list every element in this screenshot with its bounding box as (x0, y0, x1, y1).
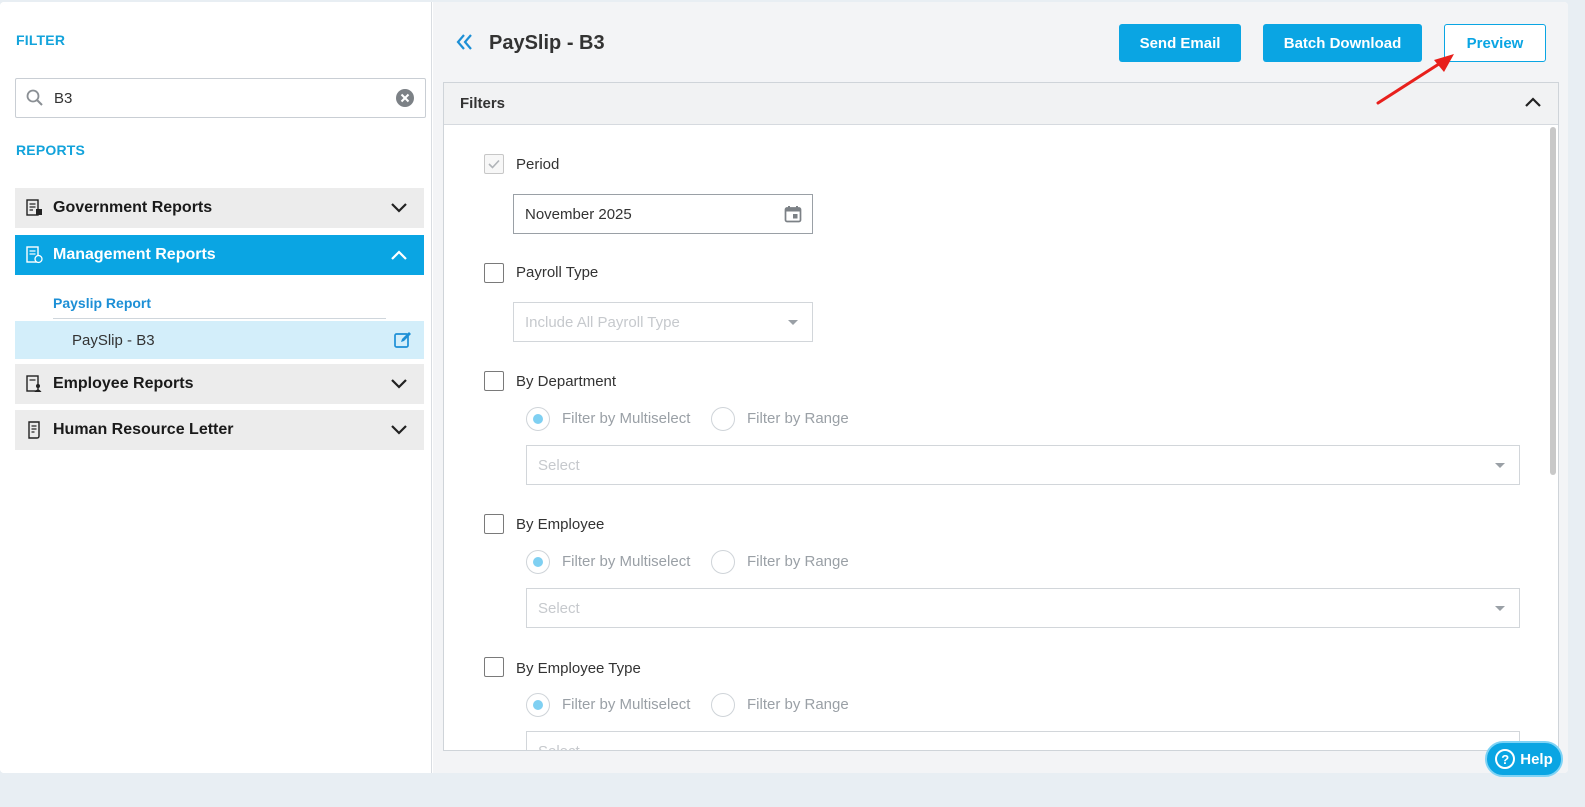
annotation-arrow-icon (1376, 54, 1454, 105)
chevron-up-icon (374, 249, 424, 261)
dropdown-caret-icon (1495, 606, 1505, 611)
send-email-button[interactable]: Send Email (1119, 24, 1241, 62)
app-window: FILTER REPORTS Government Reports (0, 2, 1568, 773)
chevron-up-icon[interactable] (1524, 95, 1542, 113)
group-label: Management Reports (53, 246, 216, 263)
by-employee-type-checkbox[interactable] (484, 657, 504, 677)
chevron-down-icon (374, 378, 424, 390)
sidebar: FILTER REPORTS Government Reports (0, 2, 432, 773)
employee-range-label: Filter by Range (747, 553, 849, 570)
clear-search-icon[interactable] (385, 79, 425, 117)
by-employee-checkbox[interactable] (484, 514, 504, 534)
edit-icon[interactable] (382, 330, 424, 350)
payslip-report-heading: Payslip Report (53, 295, 386, 319)
period-checkbox[interactable] (484, 154, 504, 174)
department-select[interactable]: Select (526, 445, 1520, 485)
chevron-down-icon (374, 424, 424, 436)
department-select-placeholder: Select (538, 456, 580, 474)
employee-select[interactable]: Select (526, 588, 1520, 628)
group-government-reports[interactable]: Government Reports (15, 188, 424, 228)
period-label: Period (516, 156, 560, 173)
scrollbar[interactable] (1550, 127, 1556, 475)
employee-type-select[interactable]: Select (526, 731, 1520, 751)
employee-multiselect-label: Filter by Multiselect (562, 553, 691, 570)
department-range-label: Filter by Range (747, 410, 849, 427)
main-content: PaySlip - B3 Send Email Batch Download P… (433, 2, 1568, 773)
by-employee-type-label: By Employee Type (516, 660, 641, 677)
payroll-type-checkbox[interactable] (484, 263, 504, 283)
help-label: Help (1520, 750, 1553, 768)
employee-report-icon (15, 375, 53, 393)
group-management-reports[interactable]: Management Reports (15, 235, 424, 275)
dropdown-caret-icon (788, 320, 798, 325)
employee-range-radio[interactable] (711, 550, 735, 574)
period-date-field[interactable]: November 2025 (513, 194, 813, 234)
group-human-resource-letter[interactable]: Human Resource Letter (15, 410, 424, 450)
calendar-icon[interactable] (784, 205, 802, 227)
double-chevron-left-icon[interactable] (455, 32, 475, 57)
department-multiselect-radio[interactable] (526, 407, 550, 431)
help-button[interactable]: ? Help (1485, 741, 1563, 777)
filter-label: FILTER (16, 32, 66, 48)
search-input[interactable] (54, 89, 385, 107)
chevron-down-icon (374, 202, 424, 214)
payroll-type-label: Payroll Type (516, 264, 599, 281)
reports-label: REPORTS (16, 142, 86, 158)
payroll-type-placeholder: Include All Payroll Type (525, 313, 680, 331)
report-item-payslip-b3[interactable]: PaySlip - B3 (15, 321, 424, 359)
group-label: Employee Reports (53, 375, 194, 392)
by-department-label: By Department (516, 373, 617, 390)
department-range-radio[interactable] (711, 407, 735, 431)
report-item-label: PaySlip - B3 (72, 331, 155, 349)
group-employee-reports[interactable]: Employee Reports (15, 364, 424, 404)
management-report-icon (15, 246, 53, 264)
employee-multiselect-radio[interactable] (526, 550, 550, 574)
by-employee-label: By Employee (516, 516, 605, 533)
question-icon: ? (1495, 749, 1516, 769)
filters-panel: Filters Period November 2025 Payroll Typ… (443, 82, 1559, 751)
by-department-checkbox[interactable] (484, 371, 504, 391)
group-label: Human Resource Letter (53, 421, 234, 438)
payroll-type-select[interactable]: Include All Payroll Type (513, 302, 813, 342)
employee-type-range-label: Filter by Range (747, 696, 849, 713)
filters-title: Filters (460, 95, 506, 112)
employee-type-multiselect-label: Filter by Multiselect (562, 696, 691, 713)
search-icon (16, 79, 54, 117)
group-label: Government Reports (53, 199, 213, 216)
employee-type-range-radio[interactable] (711, 693, 735, 717)
government-report-icon (15, 199, 53, 217)
employee-select-placeholder: Select (538, 599, 580, 617)
period-value: November 2025 (525, 205, 632, 223)
employee-type-select-placeholder: Select (538, 742, 580, 751)
hr-letter-icon (15, 421, 53, 439)
report-search (15, 78, 426, 118)
department-multiselect-label: Filter by Multiselect (562, 410, 691, 427)
dropdown-caret-icon (1495, 463, 1505, 468)
employee-type-multiselect-radio[interactable] (526, 693, 550, 717)
page-title: PaySlip - B3 (489, 32, 605, 54)
